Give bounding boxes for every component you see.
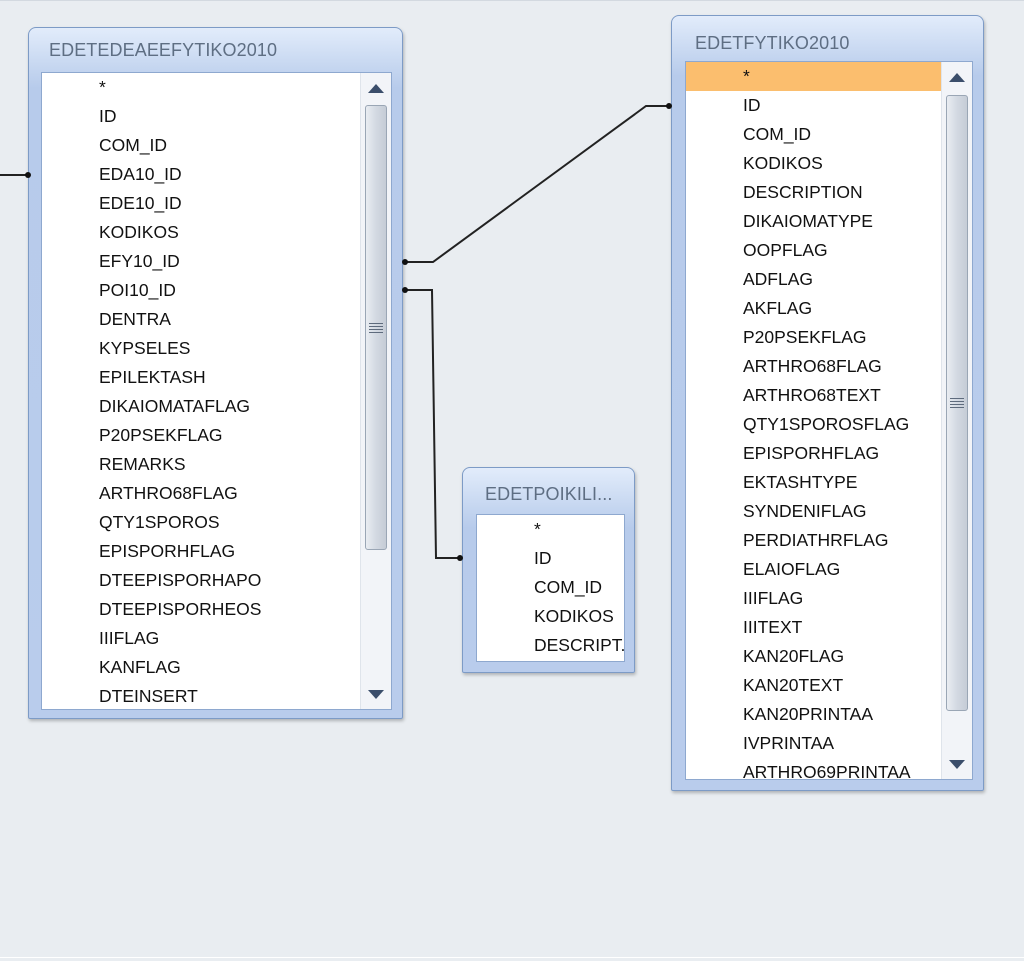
relationship-line-fytiko bbox=[403, 105, 671, 263]
relationship-endpoint bbox=[402, 259, 408, 265]
relationship-endpoint bbox=[402, 287, 408, 293]
relationship-endpoint bbox=[25, 172, 31, 178]
relationship-endpoint bbox=[666, 103, 672, 109]
relationship-line-poikili bbox=[403, 289, 462, 559]
relationship-endpoint bbox=[457, 555, 463, 561]
relationship-lines bbox=[0, 103, 672, 561]
